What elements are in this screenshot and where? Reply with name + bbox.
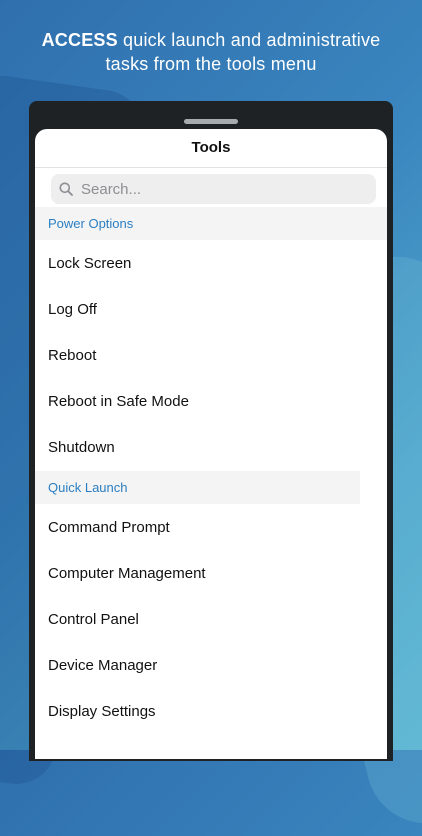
menu-item-reboot-safe-mode[interactable]: Reboot in Safe Mode [48,379,368,425]
caption-bold: ACCESS [41,30,118,50]
search-input[interactable] [79,179,353,199]
menu-item-control-panel[interactable]: Control Panel [48,597,368,643]
caption-line1: quick launch and administrative [117,30,381,50]
sheet-title: Tools [35,129,387,168]
menu-item-reboot[interactable]: Reboot [48,333,368,379]
search-bar[interactable] [51,174,376,204]
menu-item-lock-screen[interactable]: Lock Screen [48,241,368,287]
menu-item-log-off[interactable]: Log Off [48,287,368,333]
menu-item-display-settings[interactable]: Display Settings [48,689,368,735]
promo-caption: ACCESS quick launch and administrative t… [0,28,422,76]
tools-sheet: Tools Power Options Lock Screen Log Off … [35,129,387,759]
section-header-quick-launch: Quick Launch [35,471,360,504]
search-icon [59,182,73,196]
caption-line2: tasks from the tools menu [105,54,317,74]
menu-item-device-manager[interactable]: Device Manager [48,643,368,689]
sheet-drag-handle[interactable] [184,119,238,124]
menu-item-command-prompt[interactable]: Command Prompt [48,505,368,551]
menu-item-computer-management[interactable]: Computer Management [48,551,368,597]
menu-item-shutdown[interactable]: Shutdown [48,425,368,471]
section-header-power-options: Power Options [35,207,387,240]
